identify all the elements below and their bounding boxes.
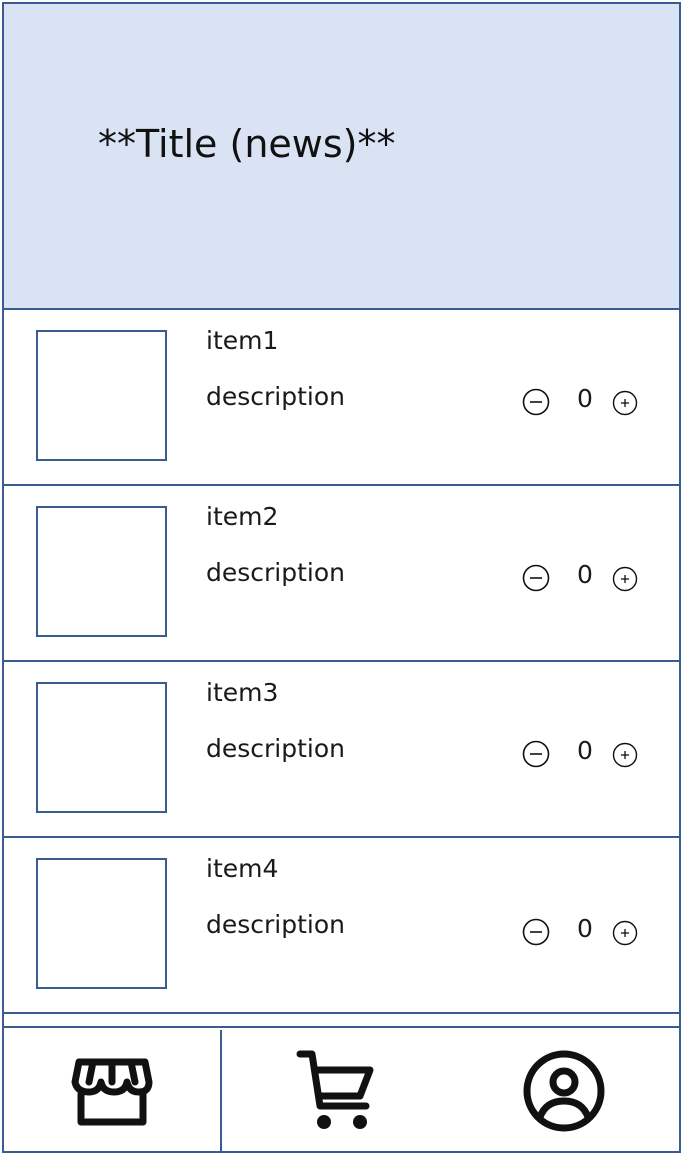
quantity-stepper: 0: [520, 384, 650, 418]
item-thumbnail: [36, 682, 167, 813]
quantity-value: 0: [577, 560, 593, 589]
plus-circle-icon[interactable]: [612, 566, 638, 592]
quantity-stepper: 0: [520, 560, 650, 594]
store-icon: [71, 1058, 153, 1125]
user-circle-icon: [523, 1050, 605, 1131]
cart-icon: [296, 1050, 373, 1129]
tab-profile[interactable]: [449, 1030, 679, 1151]
list-item[interactable]: item4 description 0: [4, 838, 679, 1014]
minus-circle-icon[interactable]: [522, 564, 550, 592]
minus-circle-icon[interactable]: [522, 388, 550, 416]
item-name: item4: [206, 854, 279, 883]
plus-circle-icon[interactable]: [612, 742, 638, 768]
bottom-tab-bar: [4, 1030, 679, 1151]
tab-cart[interactable]: [222, 1030, 449, 1151]
item-description: description: [206, 382, 346, 411]
minus-circle-icon[interactable]: [522, 918, 550, 946]
quantity-value: 0: [577, 384, 593, 413]
list-item[interactable]: item3 description 0: [4, 662, 679, 838]
item-name: item2: [206, 502, 279, 531]
item-thumbnail: [36, 506, 167, 637]
minus-circle-icon[interactable]: [522, 740, 550, 768]
item-name: item1: [206, 326, 279, 355]
list-item[interactable]: item2 description 0: [4, 486, 679, 662]
page-title: **Title (news)**: [98, 122, 396, 166]
item-name: item3: [206, 678, 279, 707]
item-thumbnail: [36, 330, 167, 461]
quantity-value: 0: [577, 736, 593, 765]
quantity-stepper: 0: [520, 736, 650, 770]
header: **Title (news)**: [4, 4, 679, 310]
next-item-edge: [4, 1014, 679, 1028]
quantity-stepper: 0: [520, 914, 650, 948]
list-item[interactable]: item1 description 0: [4, 310, 679, 486]
tab-shop[interactable]: [4, 1030, 222, 1151]
quantity-value: 0: [577, 914, 593, 943]
plus-circle-icon[interactable]: [612, 920, 638, 946]
item-description: description: [206, 734, 346, 763]
item-description: description: [206, 910, 346, 939]
item-thumbnail: [36, 858, 167, 989]
item-description: description: [206, 558, 346, 587]
plus-circle-icon[interactable]: [612, 390, 638, 416]
